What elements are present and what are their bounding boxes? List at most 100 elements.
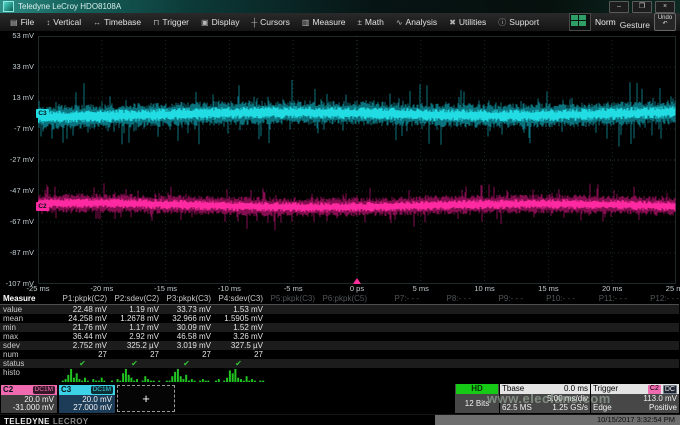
- measure-icon: ▥: [302, 18, 310, 27]
- grid-layout-button[interactable]: [569, 13, 591, 31]
- measure-col-header-p7[interactable]: P7:- - -: [370, 293, 422, 304]
- channel-descriptor-c3[interactable]: C3DC1M20.0 mV27.000 mV: [59, 385, 115, 412]
- measure-cell: [474, 314, 526, 323]
- measure-col-header-p4[interactable]: P4:sdev(C3): [214, 293, 266, 304]
- measure-cell: 1.5905 mV: [214, 314, 266, 323]
- measure-col-header-p3[interactable]: P3:pkpk(C3): [162, 293, 214, 304]
- measure-cell: [526, 305, 578, 314]
- measure-col-header-p5[interactable]: P5:pkpk(C3): [266, 293, 318, 304]
- measure-cell: [526, 332, 578, 341]
- norm-mode-label[interactable]: Norm: [595, 17, 616, 27]
- minimize-button[interactable]: –: [609, 1, 629, 13]
- measure-cell: 27: [214, 350, 266, 359]
- status-check-icon: [318, 359, 370, 368]
- brand-logo: TELEDYNELECROY: [4, 417, 89, 425]
- measure-title: Measure: [0, 293, 58, 304]
- measure-cell: 1.52 mV: [214, 323, 266, 332]
- measure-col-header-p9[interactable]: P9:- - -: [474, 293, 526, 304]
- measure-cell: [370, 323, 422, 332]
- measure-cell: [422, 350, 474, 359]
- menu-measure[interactable]: ▥Measure: [296, 15, 352, 29]
- hd-badge: HD: [456, 384, 498, 394]
- hd-resolution-panel[interactable]: HD 12 Bits: [455, 384, 499, 413]
- y-axis-tick-label: 33 mV: [0, 63, 34, 71]
- channel-descriptor-c2[interactable]: C2DC1M20.0 mV-31.000 mV: [1, 385, 57, 412]
- measure-cell: 2.92 mV: [110, 332, 162, 341]
- channel-marker-c3[interactable]: C3: [36, 109, 49, 118]
- histogram-sparkline: [526, 368, 578, 384]
- menu-timebase[interactable]: ↔Timebase: [87, 15, 147, 29]
- menu-label: Support: [509, 17, 539, 27]
- measure-col-header-p6[interactable]: P6:pkpk(C5): [318, 293, 370, 304]
- measure-cell: [318, 323, 370, 332]
- close-button[interactable]: ×: [655, 1, 675, 13]
- menu-bar: ▤File↕Vertical↔Timebase⊓Trigger▣Display┼…: [0, 13, 680, 32]
- y-axis-tick-label: -47 mV: [0, 187, 34, 195]
- menu-label: File: [21, 17, 35, 27]
- histogram-sparkline: [370, 368, 422, 384]
- grid-quadrant-icon: [571, 21, 578, 26]
- measure-cell: 327.5 µV: [214, 341, 266, 350]
- measure-col-header-p1[interactable]: P1:pkpk(C2): [58, 293, 110, 304]
- measure-cell: [578, 350, 630, 359]
- measure-cell: [370, 332, 422, 341]
- measure-cell: 46.58 mV: [162, 332, 214, 341]
- measure-col-header-p8[interactable]: P8:- - -: [422, 293, 474, 304]
- offset-value: 27.000 mV: [59, 404, 112, 412]
- measure-cell: [474, 341, 526, 350]
- graticule-grid[interactable]: [38, 36, 676, 284]
- measure-cell: [422, 323, 474, 332]
- measure-col-header-p12[interactable]: P12:- - -: [630, 293, 680, 304]
- measure-cell: [578, 323, 630, 332]
- timestamp: 10/15/2017 3:32:54 PM: [435, 415, 680, 425]
- measure-cell: [474, 350, 526, 359]
- measure-cell: [422, 314, 474, 323]
- measure-cell: [318, 350, 370, 359]
- measure-cell: [422, 332, 474, 341]
- measure-cell: [370, 314, 422, 323]
- measure-row-mean: mean24.258 mV1.2678 mV32.966 mV1.5905 mV: [0, 314, 679, 323]
- maximize-button[interactable]: ❐: [632, 1, 652, 13]
- measure-col-header-p10[interactable]: P10:- - -: [526, 293, 578, 304]
- histogram-sparkline: [110, 368, 162, 384]
- x-axis-tick-label: 5 ms: [413, 285, 429, 293]
- trigger-label: Trigger: [593, 384, 618, 394]
- menu-support[interactable]: ⓘSupport: [492, 15, 545, 30]
- menu-utilities[interactable]: ✖Utilities: [443, 15, 492, 29]
- measure-cell: [370, 305, 422, 314]
- menu-math[interactable]: ±Math: [352, 15, 390, 29]
- menu-file[interactable]: ▤File: [4, 15, 40, 29]
- menu-cursors[interactable]: ┼Cursors: [245, 15, 295, 29]
- menu-label: Measure: [312, 17, 345, 27]
- measure-row-num: num27272727: [0, 350, 679, 359]
- measure-cell: 1.17 mV: [110, 323, 162, 332]
- x-axis-tick-label: -15 ms: [154, 285, 177, 293]
- menu-display[interactable]: ▣Display: [195, 15, 245, 29]
- waveform-display[interactable]: 53 mV33 mV13 mV-7 mV-27 mV-47 mV-67 mV-8…: [0, 32, 680, 293]
- menu-trigger[interactable]: ⊓Trigger: [147, 15, 195, 29]
- gesture-button[interactable]: Gesture: [620, 20, 650, 30]
- add-channel-button[interactable]: +: [117, 385, 175, 412]
- measure-row-label: status: [0, 359, 58, 368]
- measure-header-row: MeasureP1:pkpk(C2)P2:sdev(C2)P3:pkpk(C3)…: [0, 293, 679, 305]
- analysis-icon: ∿: [396, 18, 403, 27]
- timebase-panel[interactable]: Tbase 0.0 ms 5.00 ms/div 62.5 MS 1.25 GS…: [500, 384, 590, 413]
- trigger-time-marker[interactable]: [353, 278, 361, 284]
- trigger-panel[interactable]: Trigger C2 DC 113.0 mV Edge Positive: [591, 384, 679, 413]
- measure-cell: [578, 314, 630, 323]
- measure-cell: [630, 332, 680, 341]
- menu-vertical[interactable]: ↕Vertical: [40, 15, 87, 29]
- channel-marker-c2[interactable]: C2: [36, 202, 49, 211]
- undo-button[interactable]: Undo ↶: [654, 13, 676, 31]
- measure-col-header-p2[interactable]: P2:sdev(C2): [110, 293, 162, 304]
- measure-cell: [370, 341, 422, 350]
- measure-cell: [318, 305, 370, 314]
- trigger-icon: ⊓: [153, 18, 159, 27]
- measure-cell: [266, 332, 318, 341]
- histogram-sparkline: [422, 368, 474, 384]
- measure-table: MeasureP1:pkpk(C2)P2:sdev(C2)P3:pkpk(C3)…: [0, 293, 679, 384]
- x-axis-tick-label: -10 ms: [218, 285, 241, 293]
- menu-analysis[interactable]: ∿Analysis: [390, 15, 443, 29]
- bottom-panel: C2DC1M20.0 mV-31.000 mVC3DC1M20.0 mV27.0…: [0, 384, 680, 414]
- measure-col-header-p11[interactable]: P11:- - -: [578, 293, 630, 304]
